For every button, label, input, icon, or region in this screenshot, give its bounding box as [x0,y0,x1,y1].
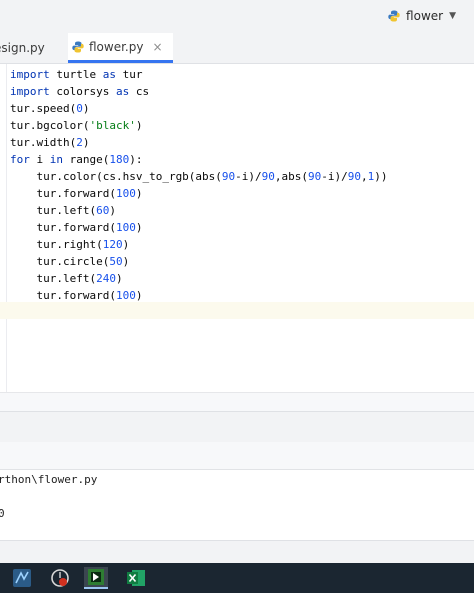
run-tool-window-toolbar [0,442,474,470]
code-line[interactable]: tur.left(60) [10,202,388,219]
code-line[interactable]: import turtle as tur [10,66,388,83]
windows-taskbar [0,563,474,593]
tab-label: flower.py [89,39,144,54]
code-content[interactable]: import turtle as tur import colorsys as c… [10,66,388,304]
close-icon[interactable]: × [152,40,162,54]
code-line[interactable]: tur.speed(0) [10,100,388,117]
code-line[interactable]: tur.right(120) [10,236,388,253]
code-editor[interactable]: import turtle as tur import colorsys as c… [0,64,474,392]
python-file-icon [72,41,84,52]
run-tool-window-header [0,411,474,443]
python-icon [388,10,400,22]
code-line[interactable]: for i in range(180): [10,151,388,168]
excel-taskbar-icon[interactable] [124,567,148,589]
python-turtle-icon [88,569,104,585]
code-line[interactable]: tur.width(2) [10,134,388,151]
media-icon [51,569,69,587]
status-bar [0,540,474,564]
editor-tabs: esign.py flower.py × [0,33,474,64]
excel-icon [127,570,145,586]
code-line[interactable]: tur.bgcolor('black') [10,117,388,134]
code-line[interactable]: tur.forward(100) [10,185,388,202]
run-config-label: flower [406,9,444,23]
code-line[interactable]: tur.forward(100) [10,219,388,236]
code-line[interactable]: import colorsys as cs [10,83,388,100]
code-line[interactable]: tur.color(cs.hsv_to_rgb(abs(90-i)/90,abs… [10,168,387,185]
python-turtle-taskbar-icon[interactable] [84,567,108,589]
media-taskbar-icon[interactable] [48,567,72,589]
pycharm-taskbar-icon[interactable] [10,567,34,589]
gutter-divider [6,64,7,392]
title-bar: flower ▼ [0,0,474,34]
editor-bottom-divider [0,392,474,412]
code-line[interactable]: tur.left(240) [10,270,388,287]
run-configuration-selector[interactable]: flower ▼ [388,8,456,24]
pycharm-icon [13,569,31,587]
code-line[interactable]: tur.forward(100) [10,287,388,304]
tab-label: esign.py [0,41,45,55]
code-line[interactable]: tur.circle(50) [10,253,388,270]
console-exit-line: 0 [0,507,5,520]
run-console[interactable]: rthon\flower.py 0 [0,470,474,540]
chevron-down-icon: ▼ [449,11,456,21]
console-command-line: rthon\flower.py [0,473,98,486]
current-line-highlight [0,302,474,319]
tab-flower-py[interactable]: flower.py × [68,33,173,63]
tab-design-py[interactable]: esign.py [0,33,52,63]
